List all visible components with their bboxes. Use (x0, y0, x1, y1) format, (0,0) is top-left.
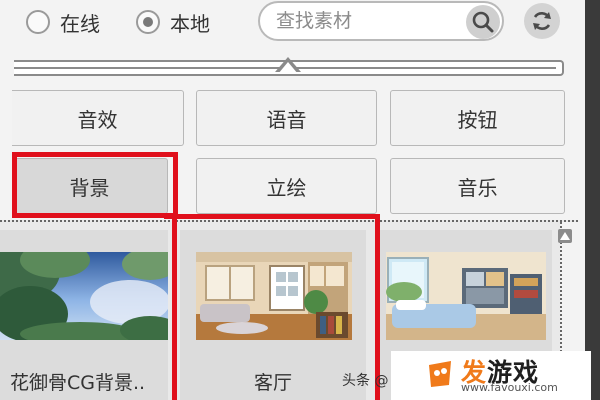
asset-thumbnail-living-room (196, 252, 352, 340)
asset-caption: 客厅 (253, 372, 292, 394)
asset-caption: 花御骨CG背景.. (10, 372, 146, 394)
asset-card[interactable]: 客厅 (180, 230, 366, 400)
search-box (258, 1, 504, 41)
search-icon (472, 11, 494, 33)
category-portraits[interactable]: 立绘 (196, 158, 377, 214)
category-music[interactable]: 音乐 (390, 158, 565, 214)
radio-online-indicator[interactable] (26, 10, 50, 34)
toutiao-watermark: 头条 @ (342, 373, 389, 389)
category-sound-effects[interactable]: 音效 (12, 90, 184, 146)
gamepad-logo-icon (429, 361, 451, 387)
window-edge (585, 0, 600, 400)
search-button[interactable] (466, 5, 500, 39)
radio-local[interactable]: 本地 (136, 8, 210, 36)
site-url: www.favouxi.com (461, 381, 558, 394)
radio-online[interactable]: 在线 (26, 8, 100, 36)
asset-thumbnail-bedroom (386, 252, 546, 340)
asset-card[interactable]: 花御骨CG背景.. (0, 230, 168, 400)
radio-local-indicator[interactable] (136, 10, 160, 34)
refresh-icon (533, 12, 551, 30)
radio-local-label: 本地 (170, 11, 210, 36)
asset-thumbnail-sky-forest (0, 252, 168, 340)
scroll-up-button[interactable] (558, 229, 572, 243)
site-watermark-logo: 发游戏 www.favouxi.com (391, 351, 591, 400)
category-voice[interactable]: 语音 (196, 90, 377, 146)
category-buttons[interactable]: 按钮 (390, 90, 565, 146)
size-slider-thumb[interactable] (278, 62, 298, 74)
arrow-up-icon (560, 232, 570, 240)
search-input[interactable] (276, 7, 466, 35)
category-background[interactable]: 背景 (12, 158, 168, 214)
radio-online-label: 在线 (60, 11, 100, 36)
refresh-button[interactable] (524, 3, 560, 39)
